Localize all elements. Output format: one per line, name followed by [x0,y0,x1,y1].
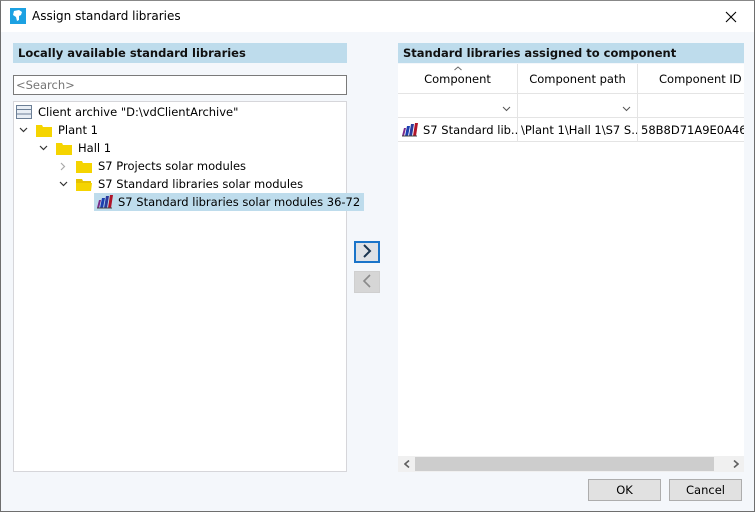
folder-icon [56,140,74,156]
tree-item-label: Plant 1 [58,123,98,137]
cancel-button[interactable]: Cancel [669,479,742,501]
library-icon [401,122,419,138]
assign-button[interactable] [354,241,380,263]
archive-icon [16,104,34,120]
ok-button[interactable]: OK [588,479,661,501]
column-header-component[interactable]: Component [398,64,518,94]
left-panel-header: Locally available standard libraries [13,43,347,63]
library-icon [96,194,114,210]
right-panel-header: Standard libraries assigned to component [398,43,744,63]
tree-item-plant-1[interactable]: Plant 1 [16,121,102,139]
cell-text: S7 Standard lib... [423,123,518,137]
app-icon [10,8,26,24]
grid-header: Component Component path Component ID [398,64,744,94]
assigned-libraries-grid: Component Component path Component ID S7… [398,64,744,472]
scroll-left-icon [403,460,410,468]
folder-icon [36,122,54,138]
chevron-down-icon[interactable] [16,121,30,139]
scroll-left-button[interactable] [398,456,415,472]
column-label: Component path [529,72,626,86]
sort-ascending-icon [453,65,462,73]
close-icon [725,11,737,22]
tree-item-hall-1[interactable]: Hall 1 [36,139,115,157]
filter-component-path[interactable] [518,94,638,118]
tree-item-label: S7 Standard libraries solar modules [98,177,304,191]
tree-item-label: Hall 1 [78,141,112,155]
tree-item-client-archive[interactable]: Client archive "D:\vdClientArchive" [16,103,242,121]
folder-icon [76,158,94,174]
filter-component[interactable] [398,94,518,118]
filter-component-id [638,94,744,118]
tree-item-label: Client archive "D:\vdClientArchive" [38,105,239,119]
chevron-down-icon [502,101,511,115]
table-row[interactable]: S7 Standard lib... \Plant 1\Hall 1\S7 S.… [398,118,744,142]
search-input[interactable] [13,75,347,95]
horizontal-scrollbar[interactable] [398,456,744,472]
scroll-right-icon [732,460,739,468]
tree-item-label: S7 Projects solar modules [98,159,247,173]
chevron-left-icon [362,273,372,291]
cell-component: S7 Standard lib... [398,118,518,142]
scrollbar-thumb[interactable] [415,457,714,471]
title-bar: Assign standard libraries [1,1,754,32]
tree-item-s7-standard-libraries[interactable]: S7 Standard libraries solar modules [56,175,307,193]
cell-text: \Plant 1\Hall 1\S7 S... [521,123,638,137]
column-header-component-path[interactable]: Component path [518,64,638,94]
tree-item-s7-library-36-72[interactable]: S7 Standard libraries solar modules 36-7… [94,193,365,211]
folder-open-icon [76,176,94,192]
cell-text: 58B8D71A9E0A46E.. [641,123,744,137]
dialog-title: Assign standard libraries [32,9,181,23]
column-label: Component ID [659,72,742,86]
remove-button[interactable] [354,271,380,293]
scroll-right-button[interactable] [727,456,744,472]
column-header-component-id[interactable]: Component ID [638,64,744,94]
chevron-right-icon [362,243,372,261]
column-label: Component [424,72,491,86]
library-tree: Client archive "D:\vdClientArchive" Plan… [13,101,365,472]
cell-component-id: 58B8D71A9E0A46E.. [638,118,744,142]
assign-libraries-dialog: Assign standard libraries Locally availa… [0,0,755,512]
chevron-right-icon[interactable] [56,157,70,175]
chevron-down-icon[interactable] [56,175,70,193]
chevron-down-icon [622,101,631,115]
tree-item-s7-projects[interactable]: S7 Projects solar modules [56,157,250,175]
filter-row [398,94,744,118]
cell-component-path: \Plant 1\Hall 1\S7 S... [518,118,638,142]
tree-item-label: S7 Standard libraries solar modules 36-7… [118,195,361,209]
chevron-down-icon[interactable] [36,139,50,157]
close-button[interactable] [708,1,754,32]
